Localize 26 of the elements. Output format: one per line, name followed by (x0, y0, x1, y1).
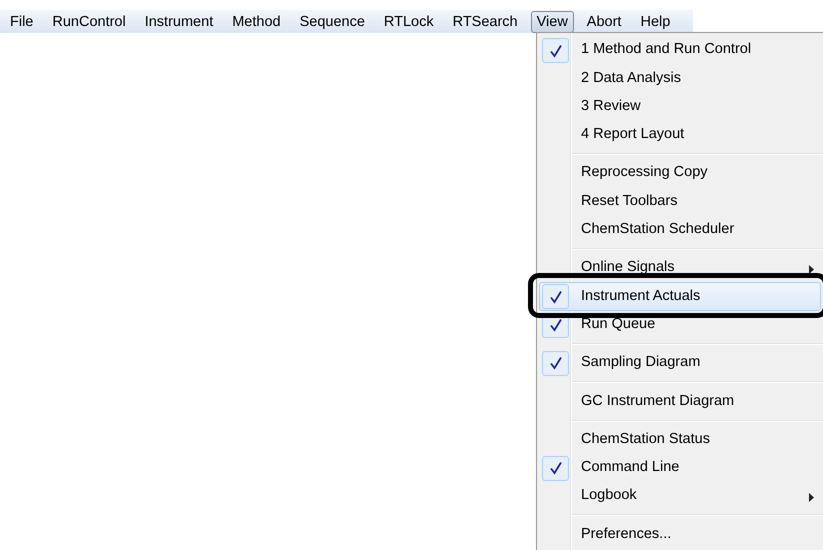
menu-item[interactable]: Instrument Actuals (539, 282, 821, 311)
menu-item[interactable]: Sampling Diagram (539, 348, 821, 378)
menu-item[interactable]: 1 Method and Run Control (539, 36, 821, 64)
menu-item[interactable]: Command Line (539, 454, 821, 482)
menu-item[interactable]: Instrument (138, 10, 220, 32)
menu-item[interactable]: Reprocessing Copy (539, 159, 821, 188)
menu-item[interactable]: Online Signals (539, 254, 821, 282)
menu-item[interactable]: RTSearch (446, 10, 524, 32)
menu-item[interactable]: 4 Report Layout (539, 120, 821, 150)
menu-item[interactable]: Method (226, 10, 287, 32)
menu-item[interactable]: Sequence (294, 10, 371, 32)
menu-item[interactable]: Preferences... (539, 520, 821, 549)
menu-item[interactable]: Reset Toolbars (539, 187, 821, 216)
menu-item[interactable]: GC Instrument Diagram (539, 387, 821, 416)
menu-item[interactable]: RTLock (378, 10, 440, 32)
menu-item[interactable]: ChemStation Scheduler (539, 216, 821, 244)
menu-item[interactable]: 2 Data Analysis (539, 64, 821, 93)
menu-item[interactable]: Run Queue (539, 310, 821, 339)
menu-item[interactable]: View (530, 10, 574, 32)
menu-item[interactable]: Logbook (539, 482, 821, 510)
menu-item[interactable]: 3 Review (539, 92, 821, 121)
menu-item[interactable]: Abort (580, 10, 628, 32)
menu-item[interactable]: ChemStation Status (539, 426, 821, 454)
menu-item[interactable]: RunControl (46, 10, 132, 32)
menu-item[interactable]: File (4, 10, 40, 32)
menu-item[interactable]: Help (634, 10, 676, 32)
